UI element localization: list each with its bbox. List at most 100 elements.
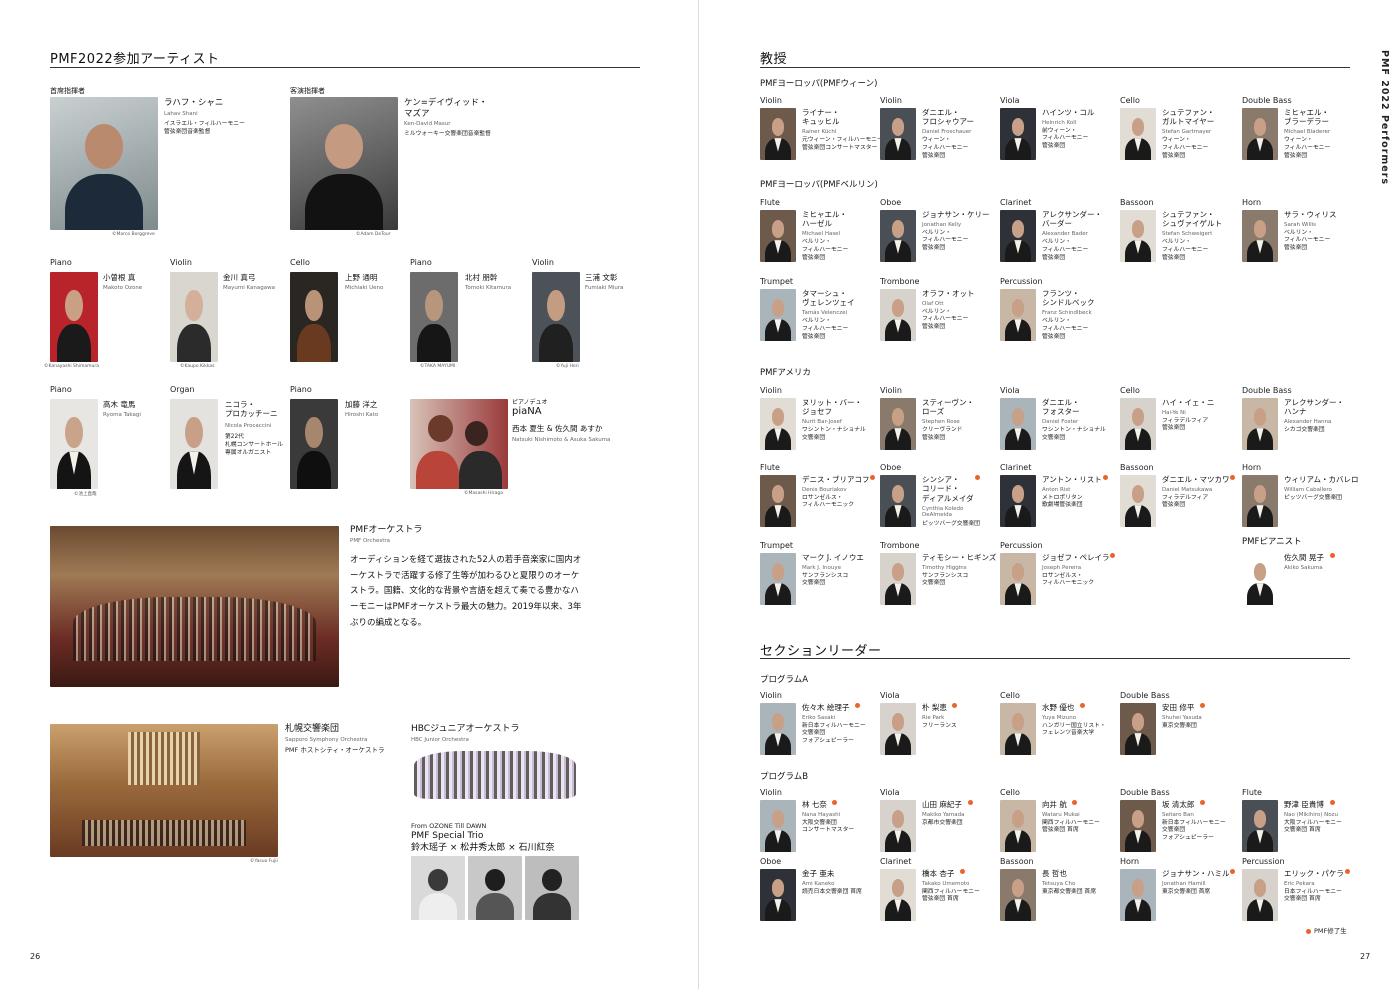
instrument-label: Violin — [170, 258, 192, 267]
portrait-photo — [760, 289, 796, 341]
faculty-roman: Cynthia Koledo DeAlmeida — [922, 505, 964, 518]
instrument-label: Double Bass — [1242, 386, 1292, 395]
faculty-roman: Eriko Sasaki — [802, 714, 836, 721]
faculty-name: 佐久間 晃子 — [1284, 553, 1324, 562]
portrait-photo — [760, 475, 796, 527]
faculty-org: ロサンゼルス・ フィルハーモニック — [1042, 572, 1095, 587]
instrument-label: Double Bass — [1120, 788, 1170, 797]
faculty-roman: Wataru Mukai — [1042, 811, 1080, 818]
faculty-org: 関西フィルハーモニー 管弦楽団 首席 — [1042, 819, 1100, 834]
instrument-label: Oboe — [760, 857, 782, 866]
faculty-roman: Sarah Willis — [1284, 221, 1317, 228]
instrument-label: Cello — [1120, 96, 1140, 105]
portrait-photo — [1242, 210, 1278, 262]
duo-members: 西本 夏生 & 佐久間 あすか — [512, 424, 603, 433]
faculty-name: ハインツ・コル — [1042, 108, 1095, 117]
soloist-name: 上野 通明 — [345, 273, 378, 282]
faculty-org: フィラデルフィア 管弦楽団 — [1162, 494, 1209, 509]
portrait-photo — [1242, 553, 1278, 605]
faculty-roman: Rainer Küchl — [802, 129, 837, 135]
sapporo-hall-photo — [50, 724, 278, 857]
faculty-roman: Ami Kaneko — [802, 880, 835, 887]
faculty-name: スティーヴン・ ローズ — [922, 398, 975, 417]
faculty-roman: Makiko Yamada — [922, 811, 965, 818]
kato-photo — [290, 399, 338, 489]
faculty-roman: Michael Hasel — [802, 231, 841, 237]
portrait-photo — [880, 108, 916, 160]
alumni-dot — [1110, 553, 1116, 558]
group-label: PMFヨーロッパ(PMFベルリン) — [760, 180, 878, 190]
faculty-org: 大阪フィルハーモニー 交響楽団 首席 — [1284, 819, 1342, 834]
program-label: プログラムA — [760, 675, 809, 685]
faculty-name: 林 七奈 — [802, 800, 827, 809]
portrait-photo — [1000, 800, 1036, 852]
faculty-name: サラ・ウィリス — [1284, 210, 1337, 219]
portrait-photo — [880, 703, 916, 755]
instrument-label: Violin — [532, 258, 554, 267]
instrument-label: Trumpet — [760, 541, 793, 550]
faculty-name: ライナー・ キュッヒル — [802, 108, 840, 127]
faculty-roman: Takako Umemoto — [922, 880, 970, 887]
photo-credit: ©Masashi Hiraga — [464, 491, 503, 496]
portrait-photo — [760, 703, 796, 755]
legend-label: PMF修了生 — [1314, 927, 1347, 935]
alumni-dot — [1080, 703, 1085, 708]
instrument-label: Oboe — [880, 198, 902, 207]
orchestra-roman: PMF Orchestra — [350, 538, 390, 544]
faculty-name: 佐々木 絵理子 — [802, 703, 850, 712]
instrument-label: Piano — [410, 258, 432, 267]
orchestra-description: オーディションを経て選抜された52人の若手音楽家に国内オーケストラで活躍する修了… — [350, 555, 582, 628]
sapporo-roman: Sapporo Symphony Orchestra — [285, 737, 368, 743]
portrait-photo — [1120, 398, 1156, 450]
alumni-dot — [975, 475, 981, 480]
faculty-org: ワシントン・ナショナル 交響楽団 — [802, 427, 866, 441]
faculty-name: オラフ・オット — [922, 289, 975, 298]
title-rule — [50, 67, 640, 68]
soloist-roman: Hiroshi Kato — [345, 412, 379, 418]
photo-credit: ©Marco Borggreve — [112, 232, 155, 237]
faculty-org: メトロポリタン 歌劇場管弦楽団 — [1042, 494, 1083, 509]
instrument-label: Trombone — [880, 277, 920, 286]
faculty-roman: Eric Pekara — [1284, 880, 1315, 887]
faculty-name: 山田 麻紀子 — [922, 800, 962, 809]
section-leader-title: セクションリーダー — [760, 644, 882, 659]
conductor-name: ラハフ・シャニ — [164, 98, 224, 108]
portrait-photo — [760, 800, 796, 852]
faculty-roman: Shuhei Yasuda — [1162, 714, 1202, 721]
conductor-name: ケン=デイヴィッド・ マズア — [404, 98, 488, 119]
faculty-roman: Hai-Ye Ni — [1162, 409, 1186, 416]
left-page-title: PMF2022参加アーティスト — [50, 52, 220, 67]
faculty-name: ミヒャエル・ ブラーデラー — [1284, 108, 1329, 127]
faculty-roman: Timothy Higgins — [922, 564, 967, 571]
sapporo-name: 札幌交響楽団 — [285, 724, 340, 734]
instrument-label: Clarinet — [1000, 463, 1032, 472]
photo-credit: ©TAKA MAYUMI — [420, 364, 456, 369]
faculty-org: 京都市交響楽団 — [922, 819, 963, 826]
instrument-label: Horn — [1242, 198, 1262, 207]
faculty-name: エリック・パケラ — [1284, 869, 1344, 878]
instrument-label: Double Bass — [1120, 691, 1170, 700]
section-rule — [760, 658, 1350, 659]
instrument-label: Percussion — [1000, 277, 1043, 286]
faculty-org: フィラデルフィア 管弦楽団 — [1162, 417, 1209, 432]
hbc-roman: HBC Junior Orchestra — [411, 737, 469, 743]
hbc-group-photo — [411, 745, 579, 805]
faculty-roman: Franz Schindlbeck — [1042, 310, 1092, 316]
instrument-label: Violin — [880, 96, 902, 105]
instrument-label: Bassoon — [1120, 198, 1154, 207]
trio-photo-3 — [525, 856, 579, 920]
vertical-title: PMF 2022 Performers — [1379, 50, 1390, 186]
faculty-name: フランツ・ シンドルベック — [1042, 289, 1095, 308]
faculty-org: ピッツバーグ交響楽団 — [922, 520, 980, 527]
faculty-org: ウィーン・ フィルハーモニー 管弦楽団 — [1162, 137, 1209, 159]
alumni-dot — [1329, 553, 1335, 558]
photo-credit: ©Kanayashi Shimamura — [44, 364, 99, 369]
portrait-photo — [1242, 398, 1278, 450]
portrait-photo — [880, 475, 916, 527]
group-label: PMFピアニスト — [1242, 537, 1302, 547]
page-number: 27 — [1360, 952, 1371, 961]
faculty-name: ダニエル・ フォスター — [1042, 398, 1080, 417]
portrait-photo — [1000, 553, 1036, 605]
soloist-name: 北村 朋幹 — [465, 273, 498, 282]
faculty-roman: Tetsuya Cho — [1042, 880, 1076, 887]
